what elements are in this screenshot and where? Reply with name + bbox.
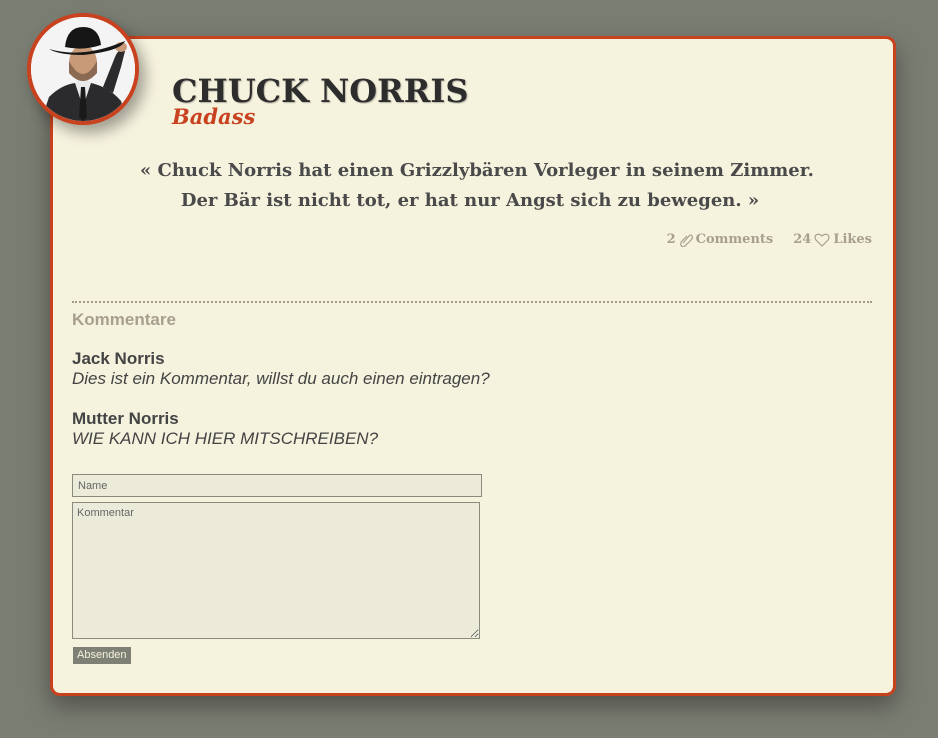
likes-link[interactable]: 24 Likes: [793, 232, 872, 247]
comment-textarea[interactable]: [72, 502, 480, 639]
comments-count: 2: [666, 232, 676, 247]
comment-item: Mutter Norris WIE KANN ICH HIER MITSCHRE…: [72, 409, 378, 449]
heart-icon: [814, 233, 830, 247]
likes-label: Likes: [833, 232, 872, 247]
comment-text: Dies ist ein Kommentar, willst du auch e…: [72, 369, 490, 388]
submit-button[interactable]: Absenden: [72, 646, 132, 665]
post-meta: 2 Comments 24 Likes: [667, 232, 872, 247]
comment-author: Jack Norris: [72, 349, 165, 368]
likes-count: 24: [793, 232, 812, 247]
comment-item: Jack Norris Dies ist ein Kommentar, will…: [72, 349, 490, 389]
profile-subtitle: Badass: [172, 104, 256, 129]
name-input[interactable]: [72, 474, 482, 497]
quote-line-2: Der Bär ist nicht tot, er hat nur Angst …: [180, 190, 760, 211]
comment-author: Mutter Norris: [72, 409, 179, 428]
comments-link[interactable]: 2 Comments: [667, 232, 774, 247]
comment-text: WIE KANN ICH HIER MITSCHREIBEN?: [72, 429, 379, 448]
quote: « Chuck Norris hat einen Grizzlybären Vo…: [140, 156, 814, 216]
comments-section-title: Kommentare: [72, 310, 176, 329]
cowboy-portrait-icon: [31, 17, 135, 121]
comments-label: Comments: [695, 232, 774, 247]
quote-line-1: « Chuck Norris hat einen Grizzlybären Vo…: [140, 160, 814, 181]
avatar: [27, 13, 139, 125]
divider: [72, 301, 872, 303]
paperclip-icon: [679, 233, 693, 247]
